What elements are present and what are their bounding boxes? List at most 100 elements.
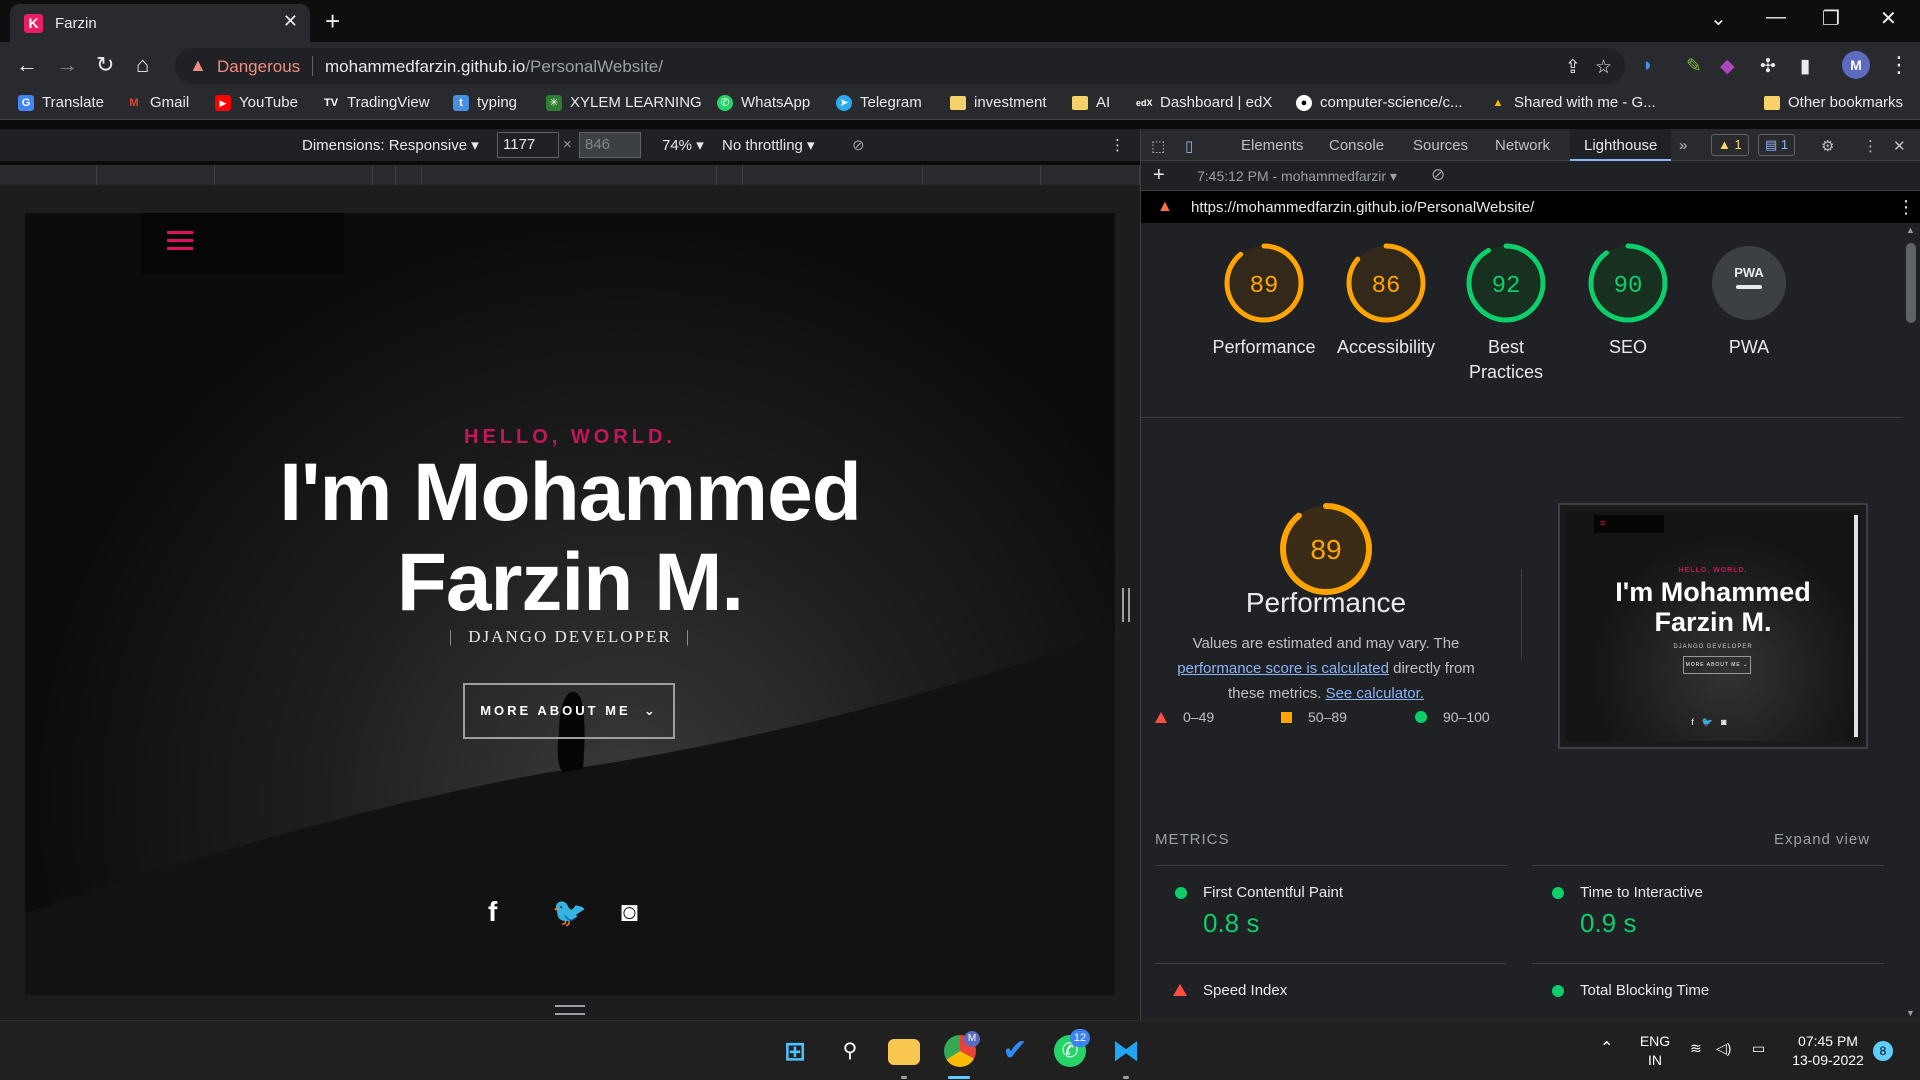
tray-overflow-chevron-icon[interactable]: ⌃ — [1600, 1039, 1613, 1058]
bookmark-whatsapp[interactable]: ✆ WhatsApp — [717, 94, 810, 111]
report-url[interactable]: https://mohammedfarzin.github.io/Persona… — [1191, 199, 1534, 216]
tab-console[interactable]: Console — [1329, 137, 1384, 154]
tab-close-icon[interactable]: ✕ — [283, 11, 298, 32]
ruler-segment[interactable] — [373, 165, 396, 185]
ruler-segment[interactable] — [0, 165, 97, 185]
throttling-dropdown[interactable]: No throttling ▾ — [722, 136, 815, 154]
devtools-menu-icon[interactable]: ⋮ — [1863, 137, 1878, 155]
final-screenshot-thumbnail[interactable]: ≡ HELLO, WORLD. I'm Mohammed Farzin M. DJ… — [1558, 503, 1868, 749]
media-query-ruler[interactable] — [0, 165, 1140, 185]
ruler-segment[interactable] — [215, 165, 373, 185]
issues-badge[interactable]: ▤ 1 — [1758, 134, 1796, 156]
instagram-icon[interactable]: ◙ — [621, 896, 638, 928]
viewport-resize-handle-bottom[interactable] — [555, 1005, 585, 1015]
tab-sources[interactable]: Sources — [1413, 137, 1468, 154]
ruler-segment[interactable] — [743, 165, 923, 185]
report-scrollbar[interactable]: ▲ ▼ — [1902, 223, 1920, 1020]
bookmark-telegram[interactable]: ➤ Telegram — [836, 94, 922, 111]
url-text[interactable]: mohammedfarzin.github.io/PersonalWebsite… — [325, 57, 663, 77]
new-report-icon[interactable]: + — [1153, 164, 1165, 187]
back-icon[interactable]: ← — [16, 52, 38, 78]
vscode-icon[interactable]: ⧓ — [1110, 1035, 1142, 1067]
profile-avatar[interactable]: M — [1842, 51, 1870, 79]
tab-lighthouse[interactable]: Lighthouse — [1570, 129, 1672, 161]
bookmark-folder-investment[interactable]: investment — [950, 94, 1047, 111]
score-gauge-seo[interactable]: 90 SEO — [1573, 241, 1683, 360]
zoom-dropdown[interactable]: 74% ▾ — [662, 136, 704, 154]
height-input[interactable]: 846 — [579, 132, 641, 158]
ruler-segment[interactable] — [717, 165, 743, 185]
devtools-close-icon[interactable]: ✕ — [1893, 137, 1906, 155]
inspect-icon[interactable]: ⬚ — [1151, 137, 1165, 155]
windows-start-icon[interactable]: ⊞ — [779, 1035, 811, 1067]
report-menu-icon[interactable]: ⋮ — [1897, 197, 1915, 218]
hamburger-menu-icon[interactable] — [167, 231, 193, 253]
twitter-icon[interactable]: 🐦 — [552, 896, 587, 929]
ruler-segment[interactable] — [1041, 165, 1140, 185]
side-panel-icon[interactable]: ▮ — [1800, 55, 1810, 78]
ruler-segment[interactable] — [396, 165, 422, 185]
bookmark-github[interactable]: ● computer-science/c... — [1296, 94, 1463, 111]
clear-report-icon[interactable]: ⊘ — [1431, 165, 1445, 185]
search-icon[interactable]: ⚲ — [834, 1035, 866, 1067]
score-gauge-pwa[interactable]: PWA PWA — [1694, 241, 1804, 360]
wifi-icon[interactable]: ≋ — [1690, 1039, 1702, 1058]
facebook-icon[interactable]: f — [488, 896, 497, 928]
viewport-resize-handle-side[interactable] — [1122, 588, 1130, 622]
report-selector[interactable]: 7:45:12 PM - mohammedfarzir ▾ — [1197, 168, 1397, 185]
security-status[interactable]: Dangerous — [217, 57, 300, 77]
device-more-icon[interactable]: ⋮ — [1110, 136, 1125, 154]
minimize-icon[interactable]: — — [1766, 6, 1786, 29]
new-tab-icon[interactable]: + — [325, 6, 340, 37]
calculator-link[interactable]: See calculator. — [1326, 685, 1424, 702]
file-explorer-icon[interactable] — [888, 1039, 920, 1065]
ruler-segment[interactable] — [422, 165, 717, 185]
language-indicator[interactable]: ENG IN — [1635, 1032, 1675, 1070]
scroll-down-icon[interactable]: ▼ — [1906, 1008, 1915, 1018]
tab-elements[interactable]: Elements — [1241, 137, 1304, 154]
forward-icon[interactable]: → — [56, 52, 78, 78]
address-bar[interactable]: ▲ Dangerous mohammedfarzin.github.io/Per… — [175, 48, 1625, 84]
warnings-badge[interactable]: ▲ 1 — [1711, 134, 1749, 156]
share-icon[interactable]: ⇪ — [1565, 56, 1581, 79]
extensions-puzzle-icon[interactable]: ✣ — [1760, 55, 1776, 78]
bookmark-star-icon[interactable]: ☆ — [1595, 56, 1612, 79]
expand-view-toggle[interactable]: Expand view — [1774, 831, 1870, 848]
extension-purple-icon[interactable]: ◆ — [1720, 55, 1735, 78]
close-window-icon[interactable]: ✕ — [1880, 6, 1897, 31]
bookmark-translate[interactable]: G Translate — [18, 94, 104, 111]
battery-icon[interactable]: ▭ — [1752, 1039, 1765, 1058]
perf-score-link[interactable]: performance score is calculated — [1177, 660, 1389, 677]
clock[interactable]: 07:45 PM 13-09-2022 — [1788, 1032, 1868, 1070]
bookmark-edx[interactable]: edX Dashboard | edX — [1136, 94, 1272, 111]
extension-m-icon[interactable]: ◗ — [1642, 55, 1653, 77]
more-tabs-icon[interactable]: » — [1679, 137, 1687, 154]
more-about-me-button[interactable]: MORE ABOUT ME ⌄ — [463, 683, 675, 739]
score-gauge-accessibility[interactable]: 86 Accessibility — [1331, 241, 1441, 360]
scrollbar-thumb[interactable] — [1906, 243, 1916, 323]
chrome-menu-icon[interactable]: ⋮ — [1888, 52, 1910, 78]
tab-network[interactable]: Network — [1495, 137, 1550, 154]
bookmark-folder-ai[interactable]: AI — [1072, 94, 1110, 111]
other-bookmarks[interactable]: Other bookmarks — [1764, 94, 1903, 111]
scroll-up-icon[interactable]: ▲ — [1906, 225, 1915, 235]
rotate-icon[interactable]: ⊘ — [852, 136, 865, 154]
dimensions-dropdown[interactable]: Dimensions: Responsive ▾ — [302, 136, 479, 154]
width-input[interactable]: 1177 — [497, 132, 559, 158]
tab-search-chevron-icon[interactable]: ⌄ — [1710, 6, 1727, 31]
device-toggle-icon[interactable]: ▯ — [1185, 137, 1193, 155]
volume-icon[interactable]: ◁) — [1716, 1039, 1731, 1058]
bookmark-typing[interactable]: t typing — [453, 94, 517, 111]
extension-pen-icon[interactable]: ✎ — [1686, 55, 1702, 78]
bookmark-tradingview[interactable]: TV TradingView — [323, 94, 430, 111]
bookmark-drive[interactable]: ▲ Shared with me - G... — [1490, 94, 1656, 111]
score-gauge-performance[interactable]: 89 Performance — [1209, 241, 1319, 360]
score-gauge-best-practices[interactable]: 92 Best Practices — [1451, 241, 1561, 385]
home-icon[interactable]: ⌂ — [136, 52, 149, 78]
restore-icon[interactable]: ❐ — [1822, 6, 1840, 31]
notification-badge[interactable]: 8 — [1873, 1041, 1893, 1061]
todo-check-icon[interactable]: ✔ — [999, 1035, 1031, 1067]
ruler-segment[interactable] — [923, 165, 1041, 185]
settings-gear-icon[interactable]: ⚙ — [1821, 137, 1834, 155]
browser-tab[interactable]: K Farzin ✕ — [10, 4, 310, 42]
